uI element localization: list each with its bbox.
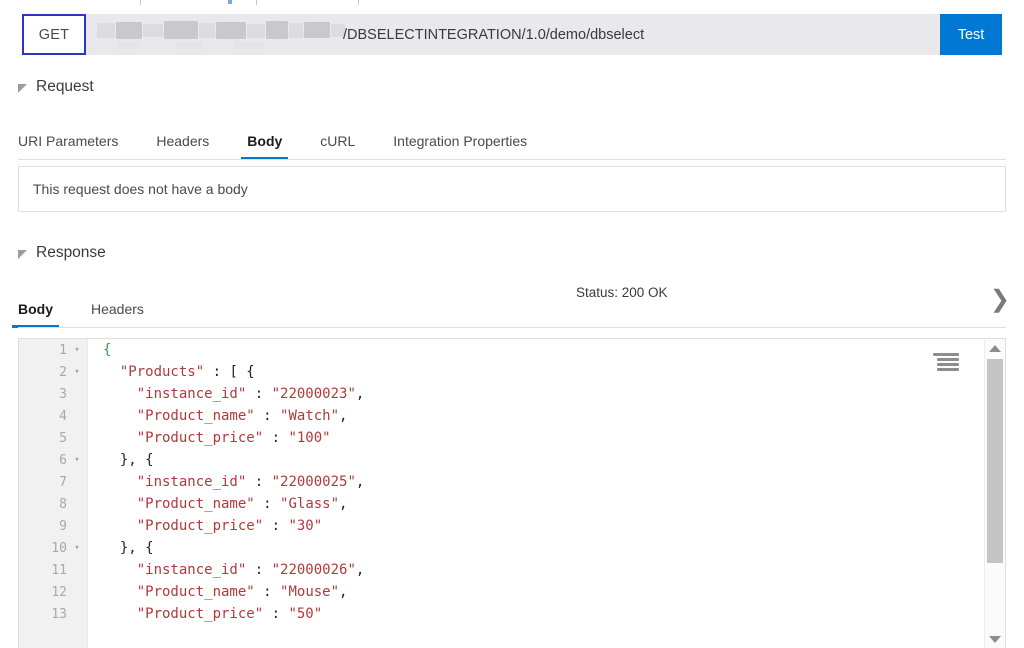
cutoff-toolbar-remnant [0, 0, 1024, 9]
redacted-host-overlay-secondary [114, 41, 304, 50]
code-line: 5 "Product_price" : "100" [19, 427, 1005, 449]
code-line: 10 ▾ }, { [19, 537, 1005, 559]
code-line: 1 ▾ { [19, 339, 1005, 361]
toolbar-separator-tick [358, 0, 359, 5]
code-fold-toggle-icon[interactable]: ▾ [67, 449, 87, 471]
code-line-text: "instance_id" : "22000023", [136, 386, 365, 402]
response-body-code-viewer: 1 ▾{2 ▾ "Products" : [ {3 "instance_id" : … [18, 338, 1006, 648]
code-line: 2 ▾ "Products" : [ { [19, 361, 1005, 383]
redacted-host-overlay [97, 21, 345, 40]
request-url-input[interactable]: /DBSELECTINTEGRATION/1.0/demo/dbselect [86, 14, 940, 55]
request-section-header[interactable]: Request [18, 78, 94, 96]
tab-curl[interactable]: cURL [320, 133, 355, 160]
code-line-number: 7 [59, 474, 67, 490]
code-line-number: 13 [51, 606, 67, 622]
tab-headers[interactable]: Headers [156, 133, 209, 160]
code-line: 3 "instance_id" : "22000023", [19, 383, 1005, 405]
response-tabs: Body Headers [12, 288, 182, 328]
code-line: 9 "Product_price" : "30" [19, 515, 1005, 537]
code-fold-toggle-icon[interactable]: ▾ [67, 361, 87, 383]
http-method-label: GET [38, 26, 70, 43]
code-vertical-scrollbar[interactable] [984, 339, 1005, 648]
code-line-text: "instance_id" : "22000026", [136, 562, 365, 578]
code-line-text: "Product_price" : "100" [136, 430, 331, 446]
code-line-text: "instance_id" : "22000025", [136, 474, 365, 490]
toolbar-separator-tick [140, 0, 141, 5]
response-tab-headers[interactable]: Headers [91, 301, 144, 328]
response-tab-body[interactable]: Body [12, 301, 59, 328]
code-line-text: "Product_name" : "Glass", [136, 496, 348, 512]
request-section-title: Request [36, 78, 94, 95]
scroll-down-arrow-icon[interactable] [985, 630, 1005, 648]
code-line: 8 "Product_name" : "Glass", [19, 493, 1005, 515]
request-body-panel: This request does not have a body [18, 166, 1006, 212]
response-tabs-divider [18, 327, 1006, 328]
http-method-selector[interactable]: GET [22, 14, 86, 55]
request-url-bar: GET /DBSELECTINTEGRATION/1.0/demo/dbsele… [22, 14, 1002, 55]
response-section-header[interactable]: Response [18, 244, 106, 262]
code-fold-toggle-icon[interactable]: ▾ [67, 339, 87, 361]
triangle-collapse-icon[interactable] [18, 249, 27, 259]
code-line-number: 10 [51, 540, 67, 556]
code-line-number: 11 [51, 562, 67, 578]
code-line-text: "Product_name" : "Mouse", [136, 584, 348, 600]
code-line: 4 "Product_name" : "Watch", [19, 405, 1005, 427]
code-line-text: "Product_price" : "30" [136, 518, 323, 534]
code-line-text: "Product_name" : "Watch", [136, 408, 348, 424]
code-line: 11 "instance_id" : "22000026", [19, 559, 1005, 581]
code-line-number: 1 [59, 342, 67, 358]
code-line-text: { [103, 342, 112, 358]
chevron-right-icon[interactable]: ❯ [990, 288, 1010, 312]
code-line-number: 4 [59, 408, 67, 424]
scrollbar-thumb[interactable] [987, 359, 1003, 563]
request-tabs: URI Parameters Headers Body cURL Integra… [18, 120, 565, 160]
scroll-up-arrow-icon[interactable] [985, 339, 1005, 357]
request-url-text: /DBSELECTINTEGRATION/1.0/demo/dbselect [343, 26, 645, 43]
tab-integration-properties[interactable]: Integration Properties [393, 133, 527, 160]
toolbar-accent-tick [228, 0, 232, 4]
request-tabs-divider [18, 159, 1006, 160]
tab-body[interactable]: Body [241, 133, 289, 160]
code-line-text: }, { [103, 452, 154, 468]
code-line: 6 ▾ }, { [19, 449, 1005, 471]
test-button[interactable]: Test [940, 14, 1002, 55]
code-line-number: 6 [59, 452, 67, 468]
code-line: 7 "instance_id" : "22000025", [19, 471, 1005, 493]
code-fold-toggle-icon[interactable]: ▾ [67, 537, 87, 559]
code-line: 12 "Product_name" : "Mouse", [19, 581, 1005, 603]
list-lines-icon[interactable] [933, 353, 959, 371]
code-line-text: "Product_price" : "50" [136, 606, 323, 622]
code-line-number: 12 [51, 584, 67, 600]
request-body-message: This request does not have a body [33, 181, 248, 197]
code-line: 13 "Product_price" : "50" [19, 603, 1005, 625]
response-section-title: Response [36, 244, 106, 261]
code-line-number: 3 [59, 386, 67, 402]
code-lines-container[interactable]: 1 ▾{2 ▾ "Products" : [ {3 "instance_id" : … [19, 339, 1005, 648]
triangle-collapse-icon[interactable] [18, 83, 27, 93]
code-line-number: 5 [59, 430, 67, 446]
tab-uri-parameters[interactable]: URI Parameters [18, 133, 118, 160]
code-line-number: 8 [59, 496, 67, 512]
code-line-number: 9 [59, 518, 67, 534]
response-status-badge: Status: 200 OK [576, 285, 668, 300]
code-line-text: }, { [103, 540, 154, 556]
code-line-text: "Products" : [ { [119, 364, 255, 380]
code-line-number: 2 [59, 364, 67, 380]
toolbar-separator-tick [256, 0, 257, 5]
